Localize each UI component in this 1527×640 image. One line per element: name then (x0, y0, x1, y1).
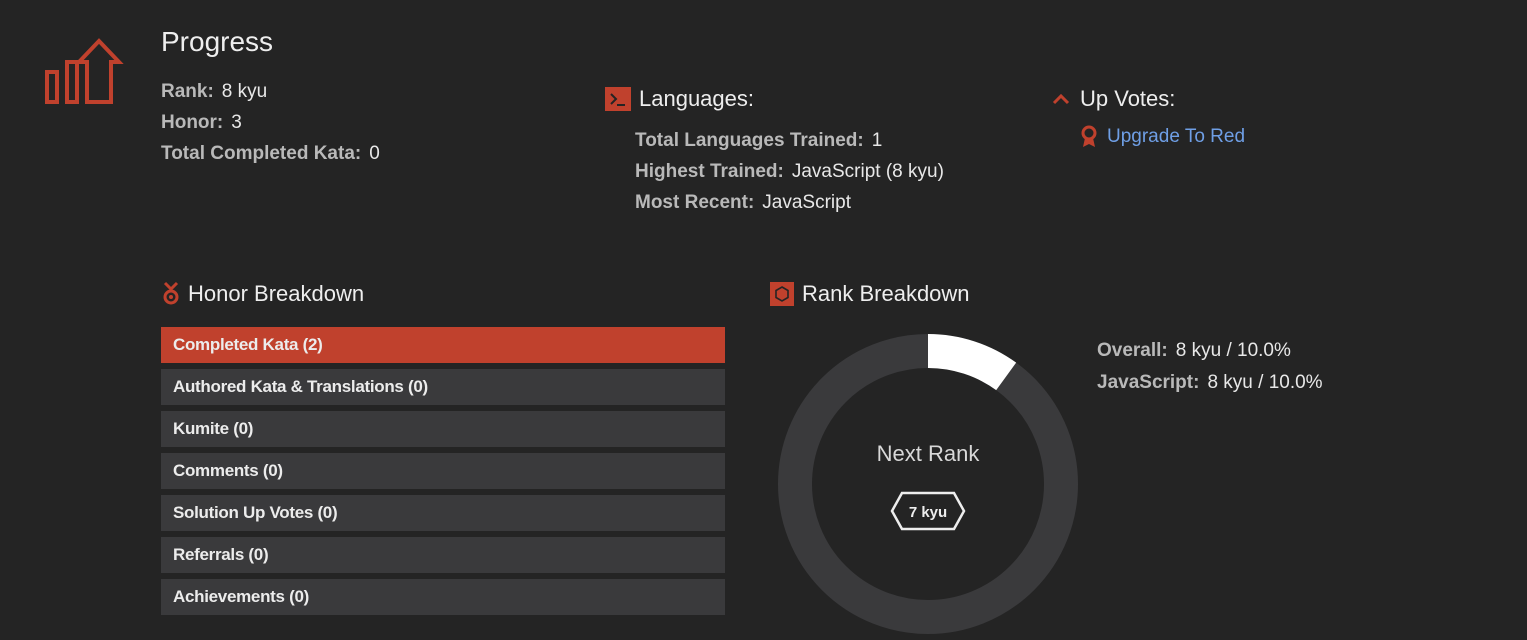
ring-progress-arc (927, 334, 1017, 391)
honor-item-solution-up-votes[interactable]: Solution Up Votes (0) (161, 495, 725, 531)
rank-label: Rank: (161, 81, 214, 102)
rank-value: 8 kyu (221, 81, 268, 102)
languages-highest-label: Highest Trained: (635, 161, 784, 182)
honor-breakdown-title: Honor Breakdown (188, 281, 365, 306)
overall-value: 8 kyu / 10.0% (1175, 340, 1291, 361)
ring-track (778, 334, 1078, 634)
rank-row: Rank: 8 kyu (161, 76, 380, 107)
progress-stats: Rank: 8 kyu Honor: 3 Total Completed Kata:… (161, 76, 380, 169)
javascript-rank-value: 8 kyu / 10.0% (1207, 372, 1323, 393)
honor-row: Honor: 3 (161, 107, 380, 138)
honor-item-referrals[interactable]: Referrals (0) (161, 537, 725, 573)
languages-highest-row: Highest Trained: JavaScript (8 kyu) (635, 156, 944, 187)
upgrade-to-red-link[interactable]: Upgrade To Red (1107, 126, 1245, 148)
ribbon-icon (1081, 125, 1097, 147)
languages-highest-value: JavaScript (8 kyu) (791, 161, 944, 182)
rank-stats: Overall: 8 kyu / 10.0% JavaScript: 8 kyu /… (1097, 335, 1323, 399)
honor-item-comments[interactable]: Comments (0) (161, 453, 725, 489)
honor-item-authored-kata[interactable]: Authored Kata & Translations (0) (161, 369, 725, 405)
honor-label: Honor: (161, 112, 224, 133)
honor-value: 3 (231, 112, 242, 133)
chevron-up-icon (1052, 93, 1070, 105)
completed-row: Total Completed Kata: 0 (161, 138, 380, 169)
up-votes-title: Up Votes: (1080, 86, 1176, 111)
up-votes-header: Up Votes: (1050, 86, 1175, 112)
languages-recent-label: Most Recent: (635, 192, 755, 213)
completed-label: Total Completed Kata: (161, 143, 362, 164)
next-rank-badge-text: 7 kyu (909, 504, 947, 521)
overall-label: Overall: (1097, 340, 1168, 361)
languages-recent-row: Most Recent: JavaScript (635, 187, 944, 218)
hexagon-icon (770, 282, 794, 306)
languages-total-value: 1 (871, 130, 883, 151)
progress-title: Progress (161, 26, 274, 57)
terminal-icon (605, 87, 631, 111)
languages-header: Languages: (605, 86, 754, 112)
languages-title: Languages: (639, 86, 754, 111)
next-rank-label: Next Rank (876, 441, 980, 466)
upgrade-link-row[interactable]: Upgrade To Red (1080, 125, 1245, 149)
completed-value: 0 (369, 143, 380, 164)
overall-row: Overall: 8 kyu / 10.0% (1097, 335, 1323, 367)
honor-item-kumite[interactable]: Kumite (0) (161, 411, 725, 447)
bar-chart-arrow-icon (45, 38, 124, 104)
javascript-rank-row: JavaScript: 8 kyu / 10.0% (1097, 367, 1323, 399)
honor-item-achievements[interactable]: Achievements (0) (161, 579, 725, 615)
languages-total-label: Total Languages Trained: (635, 130, 864, 151)
honor-item-completed-kata[interactable]: Completed Kata (2) (161, 327, 725, 363)
javascript-rank-label: JavaScript: (1097, 372, 1200, 393)
rank-progress-ring (778, 334, 1078, 634)
honor-breakdown-header: Honor Breakdown (161, 281, 364, 307)
next-rank-badge: 7 kyu (890, 491, 966, 531)
rank-breakdown-title: Rank Breakdown (802, 281, 970, 306)
languages-stats: Total Languages Trained: 1 Highest Traine… (635, 125, 944, 218)
medal-icon (163, 281, 179, 305)
languages-total-row: Total Languages Trained: 1 (635, 125, 944, 156)
rank-breakdown-header: Rank Breakdown (770, 281, 970, 307)
honor-breakdown-list: Completed Kata (2) Authored Kata & Trans… (161, 327, 725, 621)
languages-recent-value: JavaScript (762, 192, 851, 213)
